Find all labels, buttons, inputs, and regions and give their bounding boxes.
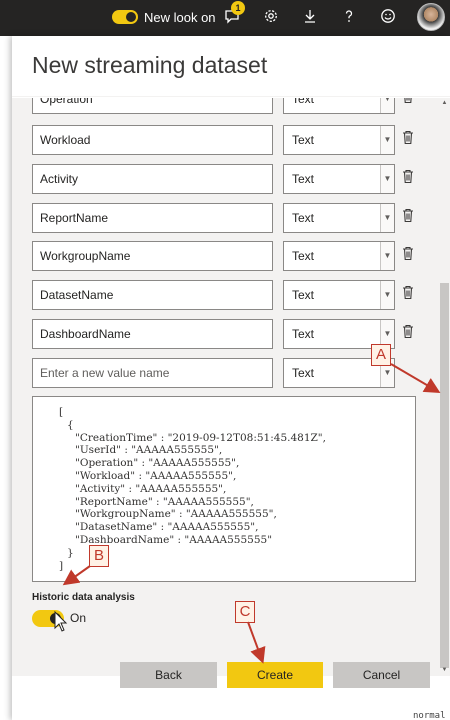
cancel-button[interactable]: Cancel	[333, 662, 430, 688]
field-type-select[interactable]: Text ▼	[283, 164, 395, 194]
new-look-label: New look on	[144, 10, 216, 25]
field-row: WorkgroupName Text ▼	[32, 241, 432, 271]
trash-icon[interactable]	[402, 246, 414, 262]
scroll-up-icon[interactable]: ▲	[440, 99, 449, 108]
type-select-value: Text	[292, 327, 315, 341]
callout-c: C	[235, 601, 255, 623]
field-name-input[interactable]: DashboardName	[32, 319, 273, 349]
json-line: {	[67, 418, 74, 431]
trash-icon[interactable]	[402, 285, 414, 301]
json-line: "UserId" : "AAAAA555555",	[75, 444, 223, 457]
field-row: Workload Text ▼	[32, 125, 432, 155]
toggle-knob	[50, 613, 61, 624]
type-select-value: Text	[292, 249, 315, 263]
field-row: Activity Text ▼	[32, 164, 432, 194]
download-icon[interactable]	[300, 8, 320, 28]
json-line: "CreationTime" : "2019-09-12T08:51:45.48…	[75, 431, 326, 444]
trash-icon[interactable]	[402, 130, 414, 146]
toggle-knob	[126, 12, 136, 22]
new-value-name-input[interactable]: Enter a new value name	[32, 358, 273, 388]
json-line: "Workload" : "AAAAA555555",	[75, 470, 237, 482]
field-name-input[interactable]: Workload	[32, 125, 273, 155]
json-line: ]	[59, 559, 64, 572]
json-line: "Activity" : "AAAAA555555",	[75, 482, 227, 495]
json-line: "DatasetName" : "AAAAA555555",	[75, 521, 259, 534]
historic-data-label: Historic data analysis	[32, 592, 135, 603]
type-select-value: Text	[292, 172, 315, 186]
trash-icon[interactable]	[402, 169, 414, 185]
chevron-down-icon: ▼	[380, 165, 394, 193]
field-type-select[interactable]: Text ▼	[283, 280, 395, 310]
field-type-select[interactable]: Text ▼	[283, 203, 395, 233]
json-line: [	[59, 406, 64, 418]
notification-badge: 1	[231, 1, 245, 15]
json-line: "Operation" : "AAAAA555555",	[75, 457, 240, 470]
chevron-down-icon: ▼	[380, 204, 394, 232]
json-line: }	[67, 546, 74, 559]
type-select-value: Text	[292, 98, 315, 106]
field-row: Operation Text ▼	[32, 98, 432, 114]
historic-state-label: On	[70, 611, 87, 625]
gear-icon[interactable]	[261, 8, 281, 28]
streaming-dataset-dialog: New streaming dataset Operation Text ▼ Work…	[12, 36, 450, 720]
json-line: "ReportName" : "AAAAA555555",	[75, 495, 254, 508]
type-select-value: Text	[292, 211, 315, 225]
back-button[interactable]: Back	[120, 662, 217, 688]
chevron-down-icon: ▼	[380, 242, 394, 270]
trash-icon[interactable]	[402, 98, 414, 105]
field-type-select[interactable]: Text ▼	[283, 125, 395, 155]
user-avatar[interactable]	[417, 3, 445, 31]
chevron-down-icon: ▼	[380, 281, 394, 309]
new-look-toggle[interactable]	[112, 10, 138, 24]
field-name-input[interactable]: WorkgroupName	[32, 241, 273, 271]
header-divider	[12, 96, 450, 97]
help-icon[interactable]	[339, 8, 359, 28]
type-select-value: Text	[292, 366, 315, 380]
top-bar: New look on 1	[0, 0, 450, 36]
field-name-input[interactable]: Activity	[32, 164, 273, 194]
type-select-value: Text	[292, 133, 315, 147]
callout-b: B	[89, 545, 109, 567]
corner-label: normal	[413, 711, 446, 720]
dialog-scroll-area: Operation Text ▼ Workload Text ▼ Activity Text ▼…	[12, 98, 450, 676]
callout-a: A	[371, 344, 391, 366]
scrollbar-thumb[interactable]	[440, 283, 449, 668]
field-type-select[interactable]: Text ▼	[283, 241, 395, 271]
dialog-title: New streaming dataset	[32, 52, 268, 78]
trash-icon[interactable]	[402, 208, 414, 224]
field-row: DatasetName Text ▼	[32, 280, 432, 310]
create-button[interactable]: Create	[227, 662, 323, 688]
field-type-select[interactable]: Text ▼	[283, 98, 395, 114]
field-name-input[interactable]: ReportName	[32, 203, 273, 233]
scroll-down-icon[interactable]: ▼	[440, 666, 449, 675]
type-select-value: Text	[292, 288, 315, 302]
trash-icon[interactable]	[402, 324, 414, 340]
smiley-icon[interactable]	[378, 8, 398, 28]
field-row: ReportName Text ▼	[32, 203, 432, 233]
historic-data-toggle[interactable]	[32, 610, 64, 627]
json-line: "WorkgroupName" : "AAAAA555555",	[75, 508, 277, 521]
field-name-input[interactable]: Operation	[32, 98, 273, 114]
field-name-input[interactable]: DatasetName	[32, 280, 273, 310]
chevron-down-icon: ▼	[380, 126, 394, 154]
chevron-down-icon: ▼	[380, 98, 394, 113]
